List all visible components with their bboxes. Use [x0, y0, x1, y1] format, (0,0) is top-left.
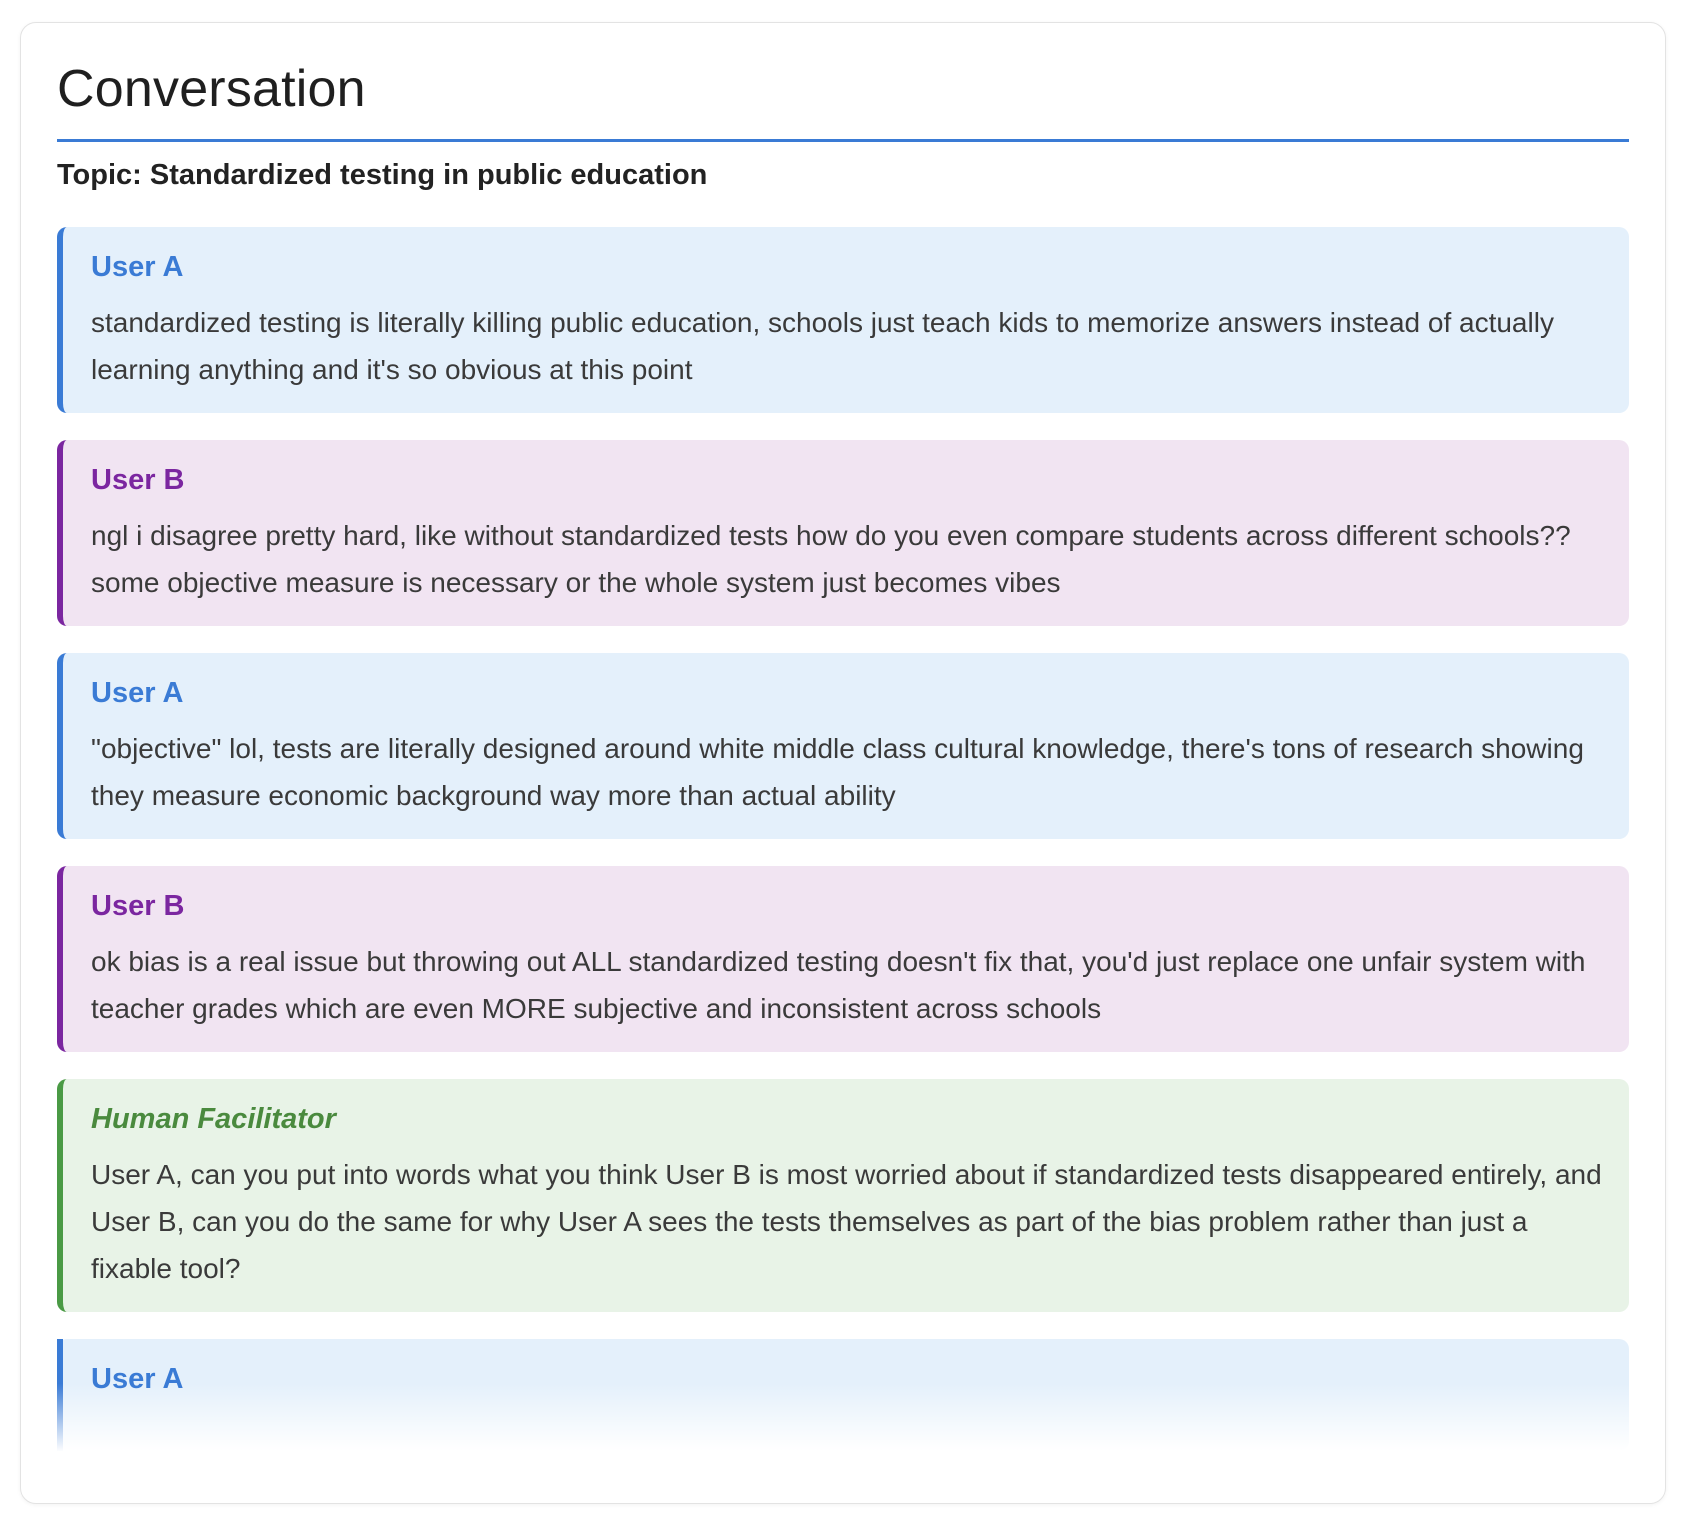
title-divider: [57, 139, 1629, 142]
message-text: "objective" lol, tests are literally des…: [91, 733, 1584, 811]
message-list: User A standardized testing is literally…: [57, 227, 1629, 1451]
message-user-a: User A standardized testing is literally…: [57, 227, 1629, 413]
message-user-a: User A "objective" lol, tests are litera…: [57, 653, 1629, 839]
message-user-a-truncated: User A: [57, 1339, 1629, 1451]
speaker-name: User B: [91, 890, 185, 922]
message-user-b: User B ok bias is a real issue but throw…: [57, 866, 1629, 1052]
conversation-card: Conversation Topic: Standardized testing…: [20, 22, 1666, 1504]
message-user-b: User B ngl i disagree pretty hard, like …: [57, 440, 1629, 626]
page-title: Conversation: [57, 60, 366, 118]
speaker-name: User B: [91, 464, 185, 496]
speaker-name: User A: [91, 677, 184, 709]
message-text: standardized testing is literally killin…: [91, 307, 1554, 385]
message-text: ok bias is a real issue but throwing out…: [91, 946, 1586, 1024]
message-facilitator: Human Facilitator User A, can you put in…: [57, 1079, 1629, 1312]
speaker-name: User A: [91, 1363, 184, 1395]
speaker-name: Human Facilitator: [91, 1103, 336, 1135]
message-text: ngl i disagree pretty hard, like without…: [91, 520, 1571, 598]
message-text: User A, can you put into words what you …: [91, 1159, 1602, 1284]
speaker-name: User A: [91, 251, 184, 283]
topic-label: Topic: Standardized testing in public ed…: [57, 159, 708, 191]
